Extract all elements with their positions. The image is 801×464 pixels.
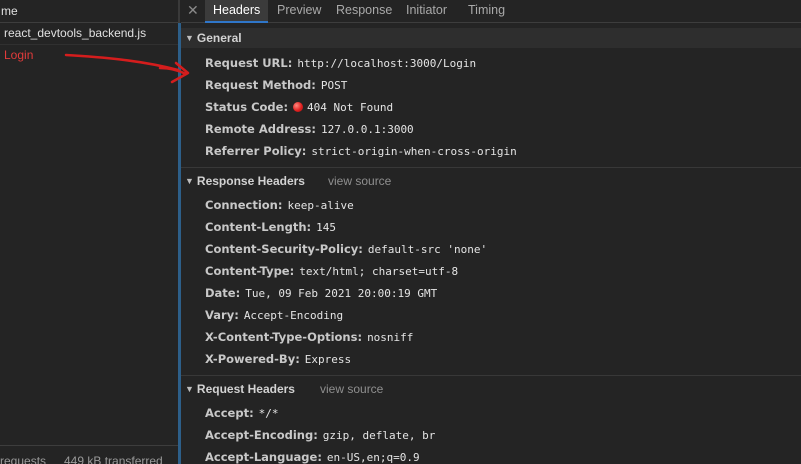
- response-header-row: X-Powered-By: Express: [205, 352, 352, 366]
- red-status-dot-icon: [293, 102, 304, 112]
- section-divider: [181, 167, 801, 168]
- request-row-login[interactable]: Login: [0, 45, 178, 66]
- request-headers-view-source-link[interactable]: view source: [320, 382, 383, 396]
- name-column-header[interactable]: me: [0, 0, 178, 23]
- response-headers-title: Response Headers: [196, 174, 305, 188]
- response-header-row: Content-Type: text/html; charset=utf-8: [205, 264, 459, 278]
- request-list-pane: me react_devtools_backend.js Login reque…: [0, 0, 178, 464]
- general-section-header-bg: [181, 28, 801, 48]
- close-icon[interactable]: ✕: [187, 2, 199, 18]
- tab-preview[interactable]: Preview: [269, 0, 329, 22]
- requests-count-label: requests: [0, 454, 47, 464]
- transferred-size-label: 449 kB transferred: [64, 454, 163, 464]
- request-header-row: Accept: */*: [205, 406, 279, 420]
- general-row-referrer-policy: Referrer Policy: strict-origin-when-cross…: [205, 144, 517, 158]
- general-row-remote-address: Remote Address: 127.0.0.1:3000: [205, 122, 414, 136]
- response-header-row: Content-Length: 145: [205, 220, 336, 234]
- request-header-row: Accept-Language: en-US,en;q=0.9: [205, 450, 420, 464]
- response-header-row: X-Content-Type-Options: nosniff: [205, 330, 414, 344]
- general-section-toggle[interactable]: ▼ General: [185, 31, 242, 45]
- tab-response[interactable]: Response: [328, 0, 400, 22]
- response-header-row: Date: Tue, 09 Feb 2021 20:00:19 GMT: [205, 286, 438, 300]
- general-row-status-code: Status Code: 404 Not Found: [205, 100, 394, 114]
- request-header-row: Accept-Encoding: gzip, deflate, br: [205, 428, 436, 442]
- response-header-row: Content-Security-Policy: default-src 'non…: [205, 242, 488, 256]
- triangle-down-icon: ▼: [185, 176, 194, 186]
- network-summary-footer: requests 449 kB transferred: [0, 445, 178, 464]
- general-row-request-method: Request Method: POST: [205, 78, 348, 92]
- details-tab-bar: ✕ Headers Preview Response Initiator Tim…: [181, 0, 801, 23]
- triangle-down-icon: ▼: [185, 384, 194, 394]
- response-header-row: Connection: keep-alive: [205, 198, 354, 212]
- triangle-down-icon: ▼: [185, 33, 194, 43]
- response-headers-view-source-link[interactable]: view source: [328, 174, 391, 188]
- request-headers-title: Request Headers: [196, 382, 295, 396]
- response-header-row: Vary: Accept-Encoding: [205, 308, 344, 322]
- tab-headers[interactable]: Headers: [205, 0, 269, 23]
- tab-timing[interactable]: Timing: [460, 0, 513, 22]
- response-headers-section-toggle[interactable]: ▼ Response Headers: [185, 174, 305, 188]
- request-headers-section-toggle[interactable]: ▼ Request Headers: [185, 382, 295, 396]
- request-row-react-devtools[interactable]: react_devtools_backend.js: [0, 23, 178, 45]
- request-details-pane: ✕ Headers Preview Response Initiator Tim…: [181, 0, 801, 464]
- general-row-request-url: Request URL: http://localhost:3000/Login: [205, 56, 477, 70]
- section-divider: [181, 375, 801, 376]
- tab-initiator[interactable]: Initiator: [398, 0, 455, 22]
- general-section-title: General: [196, 31, 242, 45]
